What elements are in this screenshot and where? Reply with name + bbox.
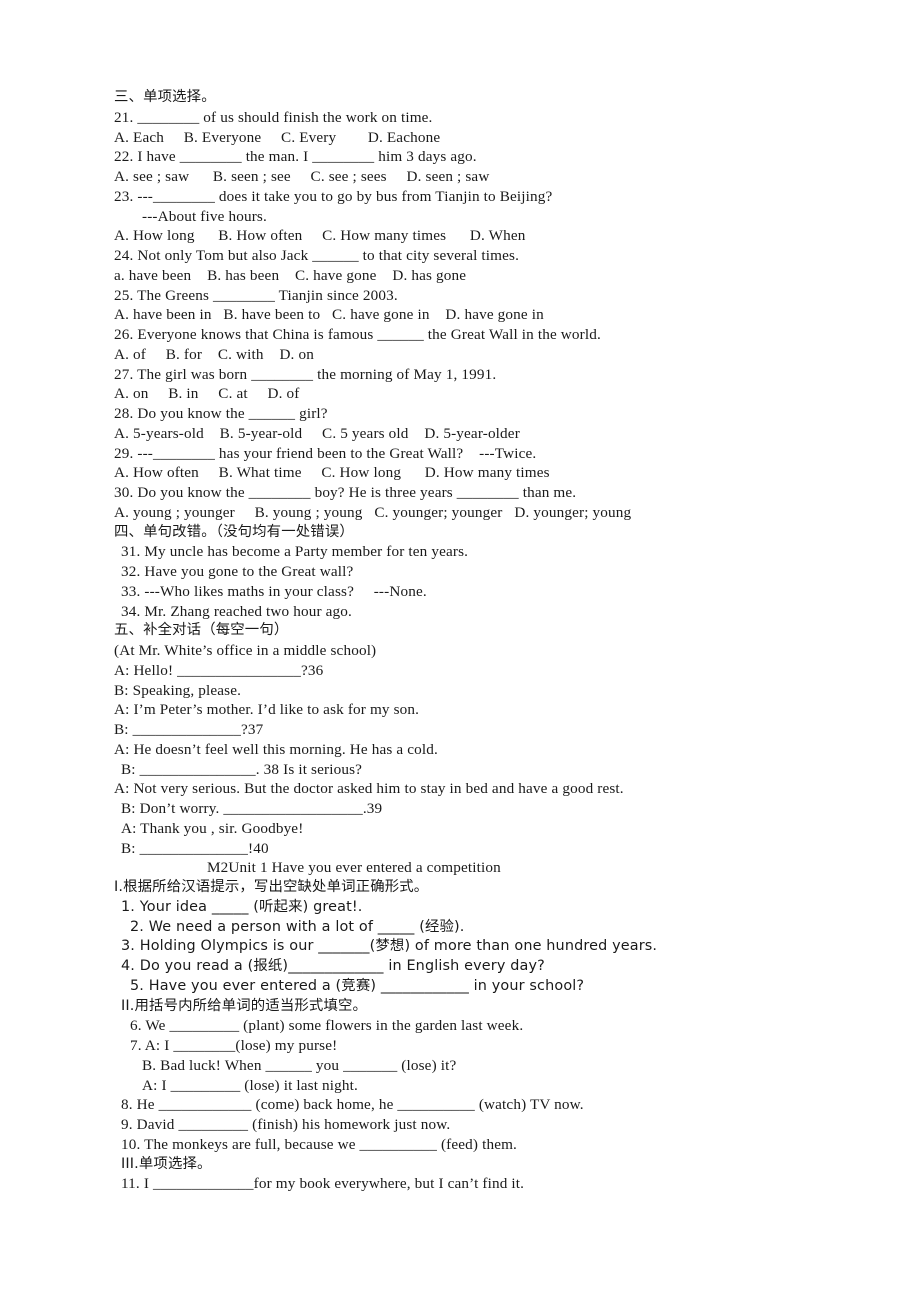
text-line: II.用括号内所给单词的适当形式填空。: [121, 997, 368, 1014]
text-line: a. have been B. has been C. have gone D.…: [114, 266, 467, 284]
text-line: B: ______________?37: [114, 721, 264, 738]
text-line: 31. My uncle has become a Party member f…: [121, 543, 469, 561]
text-line: M2Unit 1 Have you ever entered a competi…: [207, 859, 501, 877]
text-line: 27. The girl was born ________ the morni…: [114, 365, 497, 383]
text-line: (At Mr. White’s office in a middle schoo…: [114, 642, 377, 659]
text-line: 32. Have you gone to the Great wall?: [121, 563, 354, 580]
text-line: A: I’m Peter’s mother. I’d like to ask f…: [114, 701, 420, 719]
text-line: 1. Your idea _____ (听起来) great!.: [121, 898, 363, 915]
text-line: A. How long B. How often C. How many tim…: [114, 227, 526, 245]
text-line: A. have been in B. have been to C. have …: [114, 306, 544, 324]
text-line: A: Hello! ________________?36: [114, 661, 324, 679]
text-line: 5. Have you ever entered a (竞赛) ________…: [130, 977, 585, 994]
text-line: A: I _________ (lose) it last night.: [142, 1076, 358, 1094]
text-line: 26. Everyone knows that China is famous …: [114, 326, 601, 343]
document-text-body: 三、单项选择。 21. ________ of us should finish …: [114, 88, 880, 1194]
text-line: III.单项选择。: [121, 1155, 212, 1172]
text-line: 10. The monkeys are full, because we ___…: [121, 1135, 518, 1153]
text-line: 33. ---Who likes maths in your class? --…: [121, 582, 427, 600]
text-line: 6. We _________ (plant) some flowers in …: [130, 1017, 524, 1035]
text-line: I.根据所给汉语提示，写出空缺处单词正确形式。: [114, 879, 429, 895]
text-line: 四、单句改错。（没句均有一处错误）: [114, 523, 354, 540]
text-line: B: _______________. 38 Is it serious?: [121, 760, 363, 778]
text-line: 8. He ____________ (come) back home, he …: [121, 1096, 584, 1114]
text-line: 29. ---________ has your friend been to …: [114, 444, 537, 462]
text-line: A. of B. for C. with D. on: [114, 345, 314, 363]
document-page: 三、单项选择。 21. ________ of us should finish …: [0, 0, 920, 1304]
text-line: 2. We need a person with a lot of _____ …: [130, 918, 465, 935]
text-line: 11. I _____________for my book everywher…: [121, 1175, 525, 1193]
text-line: A: Thank you , sir. Goodbye!: [121, 819, 304, 837]
text-line: A: Not very serious. But the doctor aske…: [114, 780, 624, 798]
text-line: 五、补全对话（每空一句）: [114, 622, 289, 639]
text-line: ---About five hours.: [142, 207, 267, 225]
text-line: B: Speaking, please.: [114, 681, 242, 699]
text-line: B. Bad luck! When ______ you _______ (lo…: [142, 1056, 457, 1074]
text-line: A. see ; saw B. seen ; see C. see ; sees…: [114, 168, 490, 185]
text-line: A. Each B. Everyone C. Every D. Eachone: [114, 128, 441, 146]
text-line: 4. Do you read a (报纸)_____________ in En…: [121, 958, 545, 974]
text-line: 3. Holding Olympics is our _______(梦想) o…: [121, 938, 658, 955]
text-line: A. young ; younger B. young ; young C. y…: [114, 503, 632, 521]
text-line: 三、单项选择。: [114, 89, 216, 105]
text-line: A. 5-years-old B. 5-year-old C. 5 years …: [114, 424, 520, 442]
text-line: 22. I have ________ the man. I ________ …: [114, 148, 477, 166]
text-line: 28. Do you know the ______ girl?: [114, 405, 328, 422]
text-line: 25. The Greens ________ Tianjin since 20…: [114, 286, 398, 304]
text-line: 9. David _________ (finish) his homework…: [121, 1116, 451, 1133]
text-line: B: ______________!40: [121, 839, 269, 857]
text-line: A. on B. in C. at D. of: [114, 385, 300, 403]
text-line: A: He doesn’t feel well this morning. He…: [114, 740, 438, 758]
text-line: 34. Mr. Zhang reached two hour ago.: [121, 602, 352, 620]
text-line: 24. Not only Tom but also Jack ______ to…: [114, 247, 520, 264]
text-line: 21. ________ of us should finish the wor…: [114, 108, 433, 126]
text-line: A. How often B. What time C. How long D.…: [114, 464, 550, 482]
text-line: 23. ---________ does it take you to go b…: [114, 187, 553, 205]
text-line: 30. Do you know the ________ boy? He is …: [114, 484, 577, 501]
text-line: 7. A: I ________(lose) my purse!: [130, 1037, 338, 1054]
text-line: B: Don’t worry. __________________.39: [121, 800, 383, 817]
